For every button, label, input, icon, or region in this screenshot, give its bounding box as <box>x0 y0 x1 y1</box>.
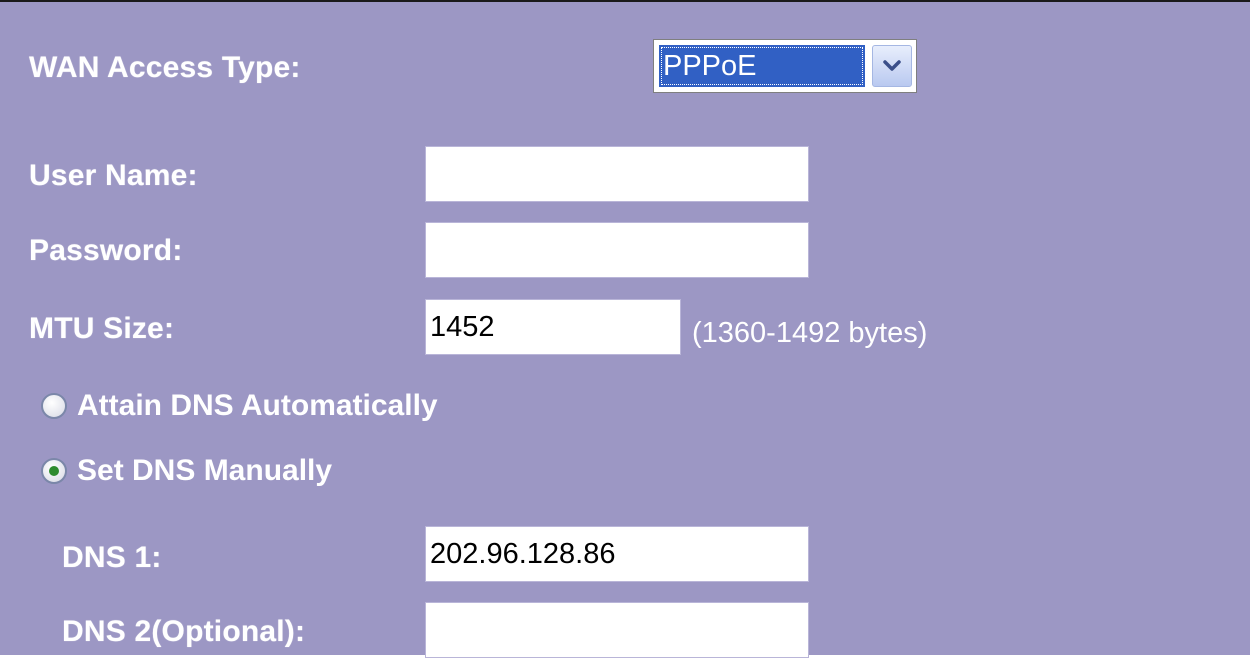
wan-settings-panel: WAN Access Type: PPPoE User Name: Passwo… <box>0 0 1250 658</box>
set-dns-manual-radio[interactable] <box>41 458 67 484</box>
attain-dns-auto-option[interactable]: Attain DNS Automatically <box>41 388 438 424</box>
set-dns-manual-option[interactable]: Set DNS Manually <box>41 453 332 489</box>
mtu-size-label: MTU Size: <box>29 312 175 345</box>
attain-dns-auto-radio[interactable] <box>41 393 67 419</box>
attain-dns-auto-label[interactable]: Attain DNS Automatically <box>77 388 438 424</box>
dns1-input[interactable] <box>425 526 809 582</box>
mtu-size-input[interactable] <box>425 299 681 355</box>
dns2-label: DNS 2(Optional): <box>62 615 306 648</box>
user-name-label: User Name: <box>29 159 198 192</box>
user-name-input[interactable] <box>425 146 809 202</box>
password-label: Password: <box>29 234 183 267</box>
mtu-size-hint: (1360-1492 bytes) <box>692 317 928 349</box>
dns2-input[interactable] <box>425 602 809 658</box>
wan-access-type-select[interactable]: PPPoE <box>653 39 917 93</box>
wan-access-type-selected-value[interactable]: PPPoE <box>659 45 865 87</box>
wan-access-type-label: WAN Access Type: <box>29 51 301 84</box>
select-arrow-button[interactable] <box>872 45 912 87</box>
set-dns-manual-label[interactable]: Set DNS Manually <box>77 453 332 489</box>
chevron-down-icon <box>883 60 901 71</box>
dns1-label: DNS 1: <box>62 541 162 574</box>
password-input[interactable] <box>425 222 809 278</box>
